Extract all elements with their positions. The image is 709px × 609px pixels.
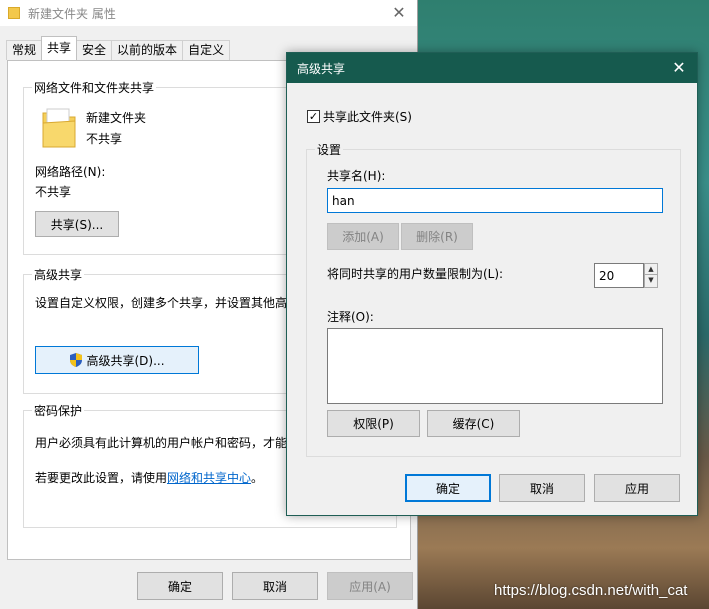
remove-button[interactable]: 删除(R) [401,223,473,250]
folder-large-icon [42,108,76,148]
properties-ok-button[interactable]: 确定 [137,572,223,600]
settings-group-title: 设置 [315,141,344,158]
tab-customize[interactable]: 自定义 [182,40,231,60]
network-sharing-title: 网络文件和文件夹共享 [32,79,157,96]
tab-previous-versions[interactable]: 以前的版本 [111,40,184,60]
window-title: 新建文件夹 属性 [28,6,116,21]
network-sharing-center-link[interactable]: 网络和共享中心 [167,471,251,485]
close-icon[interactable]: ✕ [669,58,689,78]
user-limit-label: 将同时共享的用户数量限制为(L): [327,267,504,281]
advanced-dialog-titlebar[interactable]: 高级共享 ✕ [287,53,697,83]
advanced-ok-button[interactable]: 确定 [405,474,491,502]
password-change-suffix: 。 [251,471,264,485]
properties-titlebar[interactable]: 新建文件夹 属性 ✕ [0,0,417,26]
permissions-button[interactable]: 权限(P) [327,410,420,437]
advanced-cancel-button[interactable]: 取消 [499,474,585,502]
watermark-text: https://blog.csdn.net/with_cat [494,582,688,599]
password-change-prefix: 若要更改此设置，请使用 [35,471,168,485]
share-folder-checkbox[interactable]: ✓ [307,110,320,123]
network-path-value: 不共享 [35,185,72,199]
advanced-sharing-title: 高级共享 [32,266,85,283]
share-button[interactable]: 共享(S)... [35,211,119,237]
tab-strip: 常规 共享 安全 以前的版本 自定义 [6,36,231,60]
share-name-input[interactable]: han [327,188,663,213]
comment-textarea[interactable] [327,328,663,404]
advanced-sharing-button-label: 高级共享(D)... [86,353,165,368]
network-path-label: 网络路径(N): [35,165,106,179]
advanced-sharing-button[interactable]: 高级共享(D)... [35,346,199,374]
close-icon[interactable]: ✕ [389,3,409,23]
password-change-text: 若要更改此设置，请使用网络和共享中心。 [35,469,263,486]
advanced-sharing-description: 设置自定义权限，创建多个共享，并设置其他高 [35,296,288,310]
tab-general[interactable]: 常规 [6,40,43,60]
tab-sharing[interactable]: 共享 [41,36,78,60]
caching-button[interactable]: 缓存(C) [427,410,520,437]
spin-up-icon[interactable]: ▲ [645,264,657,275]
user-limit-input[interactable]: 20 [594,263,644,288]
properties-cancel-button[interactable]: 取消 [232,572,318,600]
spin-down-icon[interactable]: ▼ [645,275,657,286]
user-limit-spinner[interactable]: ▲ ▼ [644,263,658,288]
share-folder-label: 共享此文件夹(S) [323,110,412,124]
advanced-dialog-title: 高级共享 [297,61,346,76]
add-button[interactable]: 添加(A) [327,223,399,250]
folder-name: 新建文件夹 [86,111,147,125]
password-protection-text: 用户必须具有此计算机的用户帐户和密码，才能 [35,436,288,450]
advanced-sharing-dialog: 高级共享 ✕ ✓ 共享此文件夹(S) 设置 共享名(H): han 添加(A) … [286,52,698,516]
advanced-apply-button[interactable]: 应用 [594,474,680,502]
uac-shield-icon [70,353,83,367]
password-protection-title: 密码保护 [32,402,85,419]
tab-security[interactable]: 安全 [76,40,113,60]
folder-icon [8,7,20,19]
comment-label: 注释(O): [327,310,374,324]
folder-share-status: 不共享 [86,132,123,146]
share-name-label: 共享名(H): [327,169,386,183]
properties-apply-button[interactable]: 应用(A) [327,572,413,600]
